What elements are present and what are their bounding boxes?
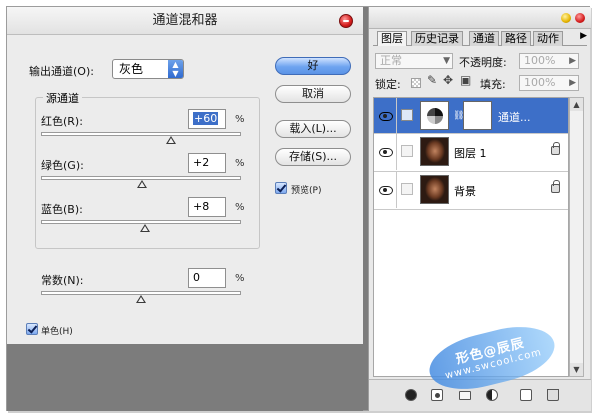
trash-icon[interactable] [547, 389, 559, 401]
channel-mixer-dialog: 通道混和器 输出通道(O): 灰色 ▲ ▼ 源通道 红色(R): +60 % 绿色… [7, 7, 363, 411]
red-slider-handle[interactable] [166, 136, 176, 144]
layer-row-layer-1[interactable]: 图层 1 [374, 134, 568, 172]
adjustment-layer-icon[interactable] [486, 389, 498, 401]
link-layers-icon[interactable] [405, 389, 417, 401]
blue-input[interactable]: +8 [188, 197, 226, 217]
dialog-titlebar[interactable]: 通道混和器 [7, 7, 363, 35]
lock-brush-icon[interactable]: ✎ [427, 73, 437, 87]
constant-label: 常数(N): [41, 274, 84, 287]
blue-percent: % [235, 202, 245, 213]
close-button[interactable] [339, 14, 353, 28]
panel-menu-icon[interactable]: ▶ [580, 31, 587, 41]
adjustment-thumbnail [420, 101, 449, 130]
blend-mode-select[interactable]: 正常 ▼ [375, 53, 453, 69]
layer-name: 图层 1 [454, 147, 487, 160]
output-channel-select[interactable]: 灰色 ▲ ▼ [112, 59, 184, 79]
minimize-icon[interactable] [561, 13, 571, 23]
lock-transparency-icon[interactable] [411, 78, 421, 88]
layer-link-box[interactable] [401, 145, 413, 157]
chevron-updown-icon: ▲ ▼ [168, 60, 183, 78]
blend-mode-value: 正常 [380, 54, 402, 67]
chevron-right-icon: ▶ [569, 56, 576, 66]
layer-thumbnail [420, 137, 449, 166]
red-value: +60 [193, 112, 219, 125]
add-mask-icon[interactable] [431, 389, 443, 401]
opacity-label: 不透明度: [459, 56, 507, 69]
close-icon[interactable] [575, 13, 585, 23]
output-channel-label: 输出通道(O): [29, 65, 94, 78]
lock-move-icon[interactable]: ✥ [443, 73, 453, 87]
preview-checkbox[interactable] [275, 182, 287, 194]
layer-mask-thumbnail[interactable] [463, 101, 492, 130]
fill-label: 填充: [480, 78, 506, 91]
layer-thumbnail [420, 175, 449, 204]
blue-label: 蓝色(B): [41, 203, 83, 216]
constant-input[interactable]: 0 [188, 268, 226, 288]
scroll-up-icon[interactable]: ▲ [570, 98, 583, 111]
chevron-right-icon: ▶ [569, 78, 576, 88]
layers-scrollbar[interactable]: ▲ ▼ [569, 97, 584, 377]
layer-row-background[interactable]: 背景 [374, 172, 568, 210]
monochrome-label: 单色(H) [41, 327, 73, 337]
green-slider-handle[interactable] [137, 180, 147, 188]
constant-percent: % [235, 273, 245, 284]
save-button[interactable]: 存储(S)... [275, 148, 351, 166]
constant-slider-handle[interactable] [136, 295, 146, 303]
fill-value: 100% [524, 76, 556, 89]
load-button[interactable]: 载入(L)... [275, 120, 351, 138]
lock-label: 锁定: [375, 78, 401, 91]
opacity-value: 100% [524, 54, 556, 67]
tab-history[interactable]: 历史记录 [411, 31, 463, 46]
new-layer-icon[interactable] [520, 389, 532, 401]
scroll-down-icon[interactable]: ▼ [570, 363, 583, 376]
tab-actions[interactable]: 动作 [533, 31, 563, 46]
source-channels-title: 源通道 [43, 90, 82, 106]
layer-link-box[interactable] [401, 109, 413, 121]
monochrome-checkbox[interactable] [26, 323, 38, 335]
layer-divider [396, 98, 397, 134]
eye-icon[interactable] [378, 110, 394, 122]
green-percent: % [235, 158, 245, 169]
layer-name: 通道... [498, 111, 531, 124]
green-input[interactable]: +2 [188, 153, 226, 173]
layer-link-box[interactable] [401, 183, 413, 195]
eye-icon[interactable] [378, 184, 394, 196]
chevron-down-icon: ▼ [443, 56, 450, 66]
panel-titlebar[interactable] [369, 7, 591, 29]
opacity-input[interactable]: 100% ▶ [519, 53, 579, 69]
red-percent: % [235, 114, 245, 125]
lock-icon [551, 142, 560, 155]
tab-channels[interactable]: 通道 [469, 31, 499, 46]
cancel-button[interactable]: 取消 [275, 85, 351, 103]
dialog-title: 通道混和器 [152, 13, 218, 28]
tab-paths[interactable]: 路径 [501, 31, 531, 46]
fill-input[interactable]: 100% ▶ [519, 75, 579, 91]
lock-icon [551, 180, 560, 193]
output-channel-value: 灰色 [119, 62, 144, 76]
preview-label: 预览(P) [291, 186, 322, 196]
layer-divider [396, 134, 397, 170]
green-label: 绿色(G): [41, 159, 84, 172]
layer-row-channel-mixer[interactable]: ⛓ 通道... [374, 98, 568, 134]
tab-layers[interactable]: 图层 [377, 31, 407, 46]
dialog-bottom-area [7, 344, 363, 411]
panel-tabs: 图层 历史记录 通道 路径 动作 ▶ [373, 29, 587, 46]
layer-divider [396, 172, 397, 208]
constant-value: 0 [193, 271, 200, 284]
red-input[interactable]: +60 [188, 109, 226, 129]
ok-button[interactable]: 好 [275, 57, 351, 75]
dialog-body: 输出通道(O): 灰色 ▲ ▼ 源通道 红色(R): +60 % 绿色(G): +… [7, 35, 363, 344]
red-label: 红色(R): [41, 115, 83, 128]
eye-icon[interactable] [378, 146, 394, 158]
blue-slider-handle[interactable] [140, 224, 150, 232]
new-group-icon[interactable] [459, 391, 471, 400]
blue-value: +8 [193, 200, 210, 213]
layer-name: 背景 [454, 185, 476, 198]
green-value: +2 [193, 156, 210, 169]
lock-all-icon[interactable]: ▣ [460, 73, 471, 87]
red-slider[interactable] [41, 132, 241, 136]
